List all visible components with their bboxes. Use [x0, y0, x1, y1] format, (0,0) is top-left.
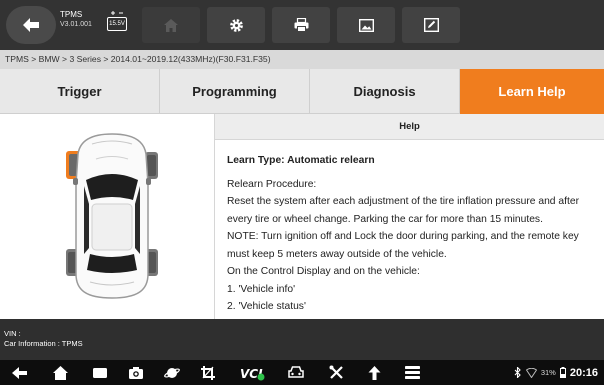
- settings-button[interactable]: [207, 7, 265, 43]
- nav-camera-button[interactable]: [126, 363, 146, 382]
- system-nav-bar: VCI 31% 20:16: [0, 360, 604, 385]
- nav-vci-button[interactable]: VCI: [240, 363, 266, 382]
- help-header: Help: [215, 114, 604, 140]
- wifi-icon: [525, 367, 537, 378]
- battery-percent: 31%: [540, 368, 556, 377]
- tab-programming[interactable]: Programming: [160, 69, 310, 114]
- battery-plus-minus-icon: [111, 11, 123, 15]
- car-icon: [288, 366, 304, 378]
- car-top-view-icon: [66, 133, 158, 299]
- nav-car-button[interactable]: [286, 363, 306, 382]
- recent-apps-icon: [93, 367, 107, 378]
- printer-icon: [294, 18, 308, 32]
- nav-tools-button[interactable]: [326, 363, 346, 382]
- tools-icon: [329, 365, 343, 379]
- screenshot-button[interactable]: [337, 7, 395, 43]
- car-diagram: [0, 114, 214, 319]
- app-title: TPMS V3.01.001: [60, 10, 92, 30]
- bluetooth-icon: [514, 367, 521, 378]
- nav-browser-button[interactable]: [162, 363, 182, 382]
- app-name: TPMS: [60, 10, 83, 19]
- back-arrow-icon: [23, 18, 39, 32]
- vehicle-info-bar: VIN : Car Information : TPMS: [0, 319, 604, 360]
- image-icon: [358, 18, 374, 32]
- learn-type: Learn Type: Automatic relearn: [227, 155, 375, 166]
- clock: 20:16: [569, 366, 598, 379]
- edit-icon: [423, 18, 439, 32]
- tab-learn-help[interactable]: Learn Help: [460, 69, 604, 114]
- gear-icon: [229, 18, 243, 32]
- help-line: every tire or wheel change. Parking the …: [227, 213, 543, 225]
- help-line: 1. 'Vehicle info': [227, 283, 296, 295]
- battery-icon: [559, 367, 566, 378]
- back-arrow-icon: [12, 366, 27, 379]
- print-button[interactable]: [272, 7, 330, 43]
- help-line: NOTE: Turn ignition off and Lock the doo…: [227, 231, 579, 242]
- nav-crop-button[interactable]: [198, 363, 218, 382]
- car-information: Car Information : TPMS: [4, 338, 83, 348]
- help-line: must keep 5 meters away outside of the v…: [227, 248, 447, 260]
- planet-icon: [164, 367, 180, 378]
- list-icon: [404, 366, 420, 379]
- battery-voltage: 15.5V: [107, 17, 127, 31]
- help-line: 2. 'Vehicle status': [227, 301, 306, 312]
- help-line: On the Control Display and on the vehicl…: [227, 266, 420, 277]
- nav-home-button[interactable]: [50, 363, 70, 382]
- battery-voltage-indicator: 15.5V: [107, 10, 127, 36]
- edit-button[interactable]: [402, 7, 460, 43]
- help-line: Relearn Procedure:: [227, 178, 317, 190]
- home-icon: [164, 18, 178, 32]
- content-area: Help Learn Type: Automatic relearn Relea…: [0, 114, 604, 319]
- tab-trigger[interactable]: Trigger: [0, 69, 160, 114]
- camera-icon: [129, 366, 143, 379]
- back-button[interactable]: [6, 6, 56, 44]
- home-button[interactable]: [142, 7, 200, 43]
- help-panel: Help Learn Type: Automatic relearn Relea…: [214, 114, 604, 319]
- nav-back-button[interactable]: [10, 363, 30, 382]
- crop-icon: [201, 365, 215, 380]
- function-tabs: Trigger Programming Diagnosis Learn Help: [0, 69, 604, 114]
- vci-icon: VCI: [240, 367, 265, 381]
- vin-label: VIN :: [4, 329, 21, 338]
- nav-menu-button[interactable]: [402, 363, 422, 382]
- home-icon: [52, 365, 68, 380]
- nav-recents-button[interactable]: [90, 363, 110, 382]
- help-line: Reset the system after each adjustment o…: [227, 196, 579, 207]
- status-area: 31% 20:16: [514, 360, 598, 385]
- tab-diagnosis[interactable]: Diagnosis: [310, 69, 460, 114]
- nav-upload-button[interactable]: [364, 363, 384, 382]
- top-app-bar: TPMS V3.01.001 15.5V: [0, 0, 604, 50]
- upload-icon: [368, 365, 380, 380]
- app-version: V3.01.001: [60, 21, 92, 28]
- breadcrumb: TPMS > BMW > 3 Series > 2014.01~2019.12(…: [0, 50, 604, 69]
- help-text-scroll-area[interactable]: Learn Type: Automatic relearn Relearn Pr…: [227, 152, 599, 312]
